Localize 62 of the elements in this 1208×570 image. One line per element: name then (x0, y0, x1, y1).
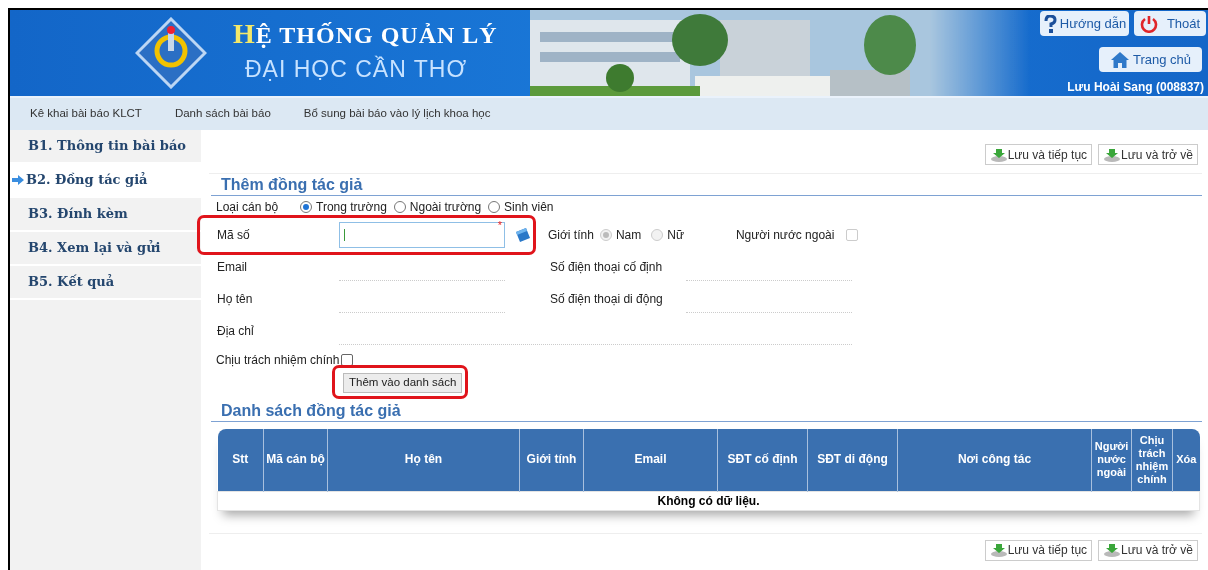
save-button[interactable]: Lưu và tiếp tục (984, 144, 1093, 165)
sidebar-step[interactable]: B4. Xem lại và gửi (10, 232, 201, 266)
column-header: Mã cán bộ (263, 429, 328, 491)
radio-label: Ngoài trường (409, 199, 482, 216)
column-header: Người nước ngoài (1091, 429, 1132, 491)
sidebar-step[interactable]: B5. Kết quả (10, 266, 201, 300)
save-icon (1103, 543, 1122, 557)
save-icon (989, 147, 1008, 162)
user-name: Lưu Hoài Sang (008837) (1067, 79, 1204, 96)
home-icon (1109, 50, 1130, 69)
add-to-list-button[interactable]: Thêm vào danh sách (343, 373, 463, 393)
column-header: Họ tên (327, 429, 520, 491)
field-label: Địa chỉ (216, 323, 255, 340)
sidebar-step[interactable]: B2. Đồng tác giả (10, 164, 201, 198)
column-header: Email (583, 429, 718, 491)
column-header: Nơi công tác (897, 429, 1092, 491)
column-header: Stt (217, 429, 264, 491)
radio-label: Nam (615, 227, 642, 244)
empty-message: Không có dữ liệu. (217, 491, 1200, 510)
section-title: Danh sách đồng tác giả (211, 401, 1202, 422)
radio-button[interactable] (300, 201, 312, 213)
app-subtitle: ĐẠI HỌC CẦN THƠ (245, 54, 468, 85)
sidebar-step[interactable]: B3. Đính kèm (10, 198, 201, 232)
column-header: Xóa (1172, 429, 1200, 491)
logo-emblem (135, 17, 207, 89)
radio-button[interactable] (393, 201, 406, 213)
field-label: Họ tên (216, 291, 254, 308)
field-label: Email (216, 259, 248, 276)
field-label: Loại cán bộ (216, 199, 280, 216)
home-button[interactable]: Trang chủ (1099, 47, 1202, 72)
nav-link[interactable]: Bổ sung bài báo vào lý lịch khoa học (303, 105, 491, 123)
nav-link[interactable]: Kê khai bài báo KLCT (30, 105, 142, 123)
column-header: Chịu trách nhiệm chính (1131, 429, 1173, 491)
save-button[interactable]: Lưu và tiếp tục (984, 539, 1093, 561)
field-label: Người nước ngoài (735, 227, 835, 244)
nav-link[interactable]: Danh sách bài báo (174, 105, 271, 123)
app-title: HỆ THỐNG QUẢN LÝ (233, 19, 498, 51)
field-label: Mã số (216, 227, 251, 244)
section-title: Thêm đồng tác giả (211, 175, 1202, 196)
column-header: SĐT di động (807, 429, 898, 491)
save-icon (1103, 147, 1122, 162)
column-header: SĐT cố định (717, 429, 808, 491)
field-label: Giới tính (548, 227, 594, 244)
radio-label: Nữ (667, 227, 684, 244)
radio-label: Trong trường (316, 199, 387, 216)
power-icon (1139, 14, 1158, 33)
logout-button[interactable]: Thoát (1134, 11, 1206, 36)
save-button[interactable]: Lưu và trở về (1098, 144, 1198, 165)
save-button[interactable]: Lưu và trở về (1098, 539, 1198, 561)
required-mark: * (497, 219, 502, 231)
radio-button[interactable] (488, 201, 501, 213)
radio-label: Sinh viên (504, 199, 554, 216)
field-label: Số điện thoại cố định (549, 259, 664, 276)
book-icon[interactable] (514, 227, 532, 243)
arrow-icon (12, 175, 24, 185)
save-icon (989, 543, 1008, 557)
column-header: Giới tính (519, 429, 584, 491)
field-label: Chịu trách nhiệm chính (216, 352, 340, 369)
checkbox[interactable] (341, 354, 354, 366)
help-icon (1042, 14, 1057, 33)
field-label: Số điện thoại di động (549, 291, 664, 308)
help-button[interactable]: Hướng dẫn (1040, 11, 1129, 36)
